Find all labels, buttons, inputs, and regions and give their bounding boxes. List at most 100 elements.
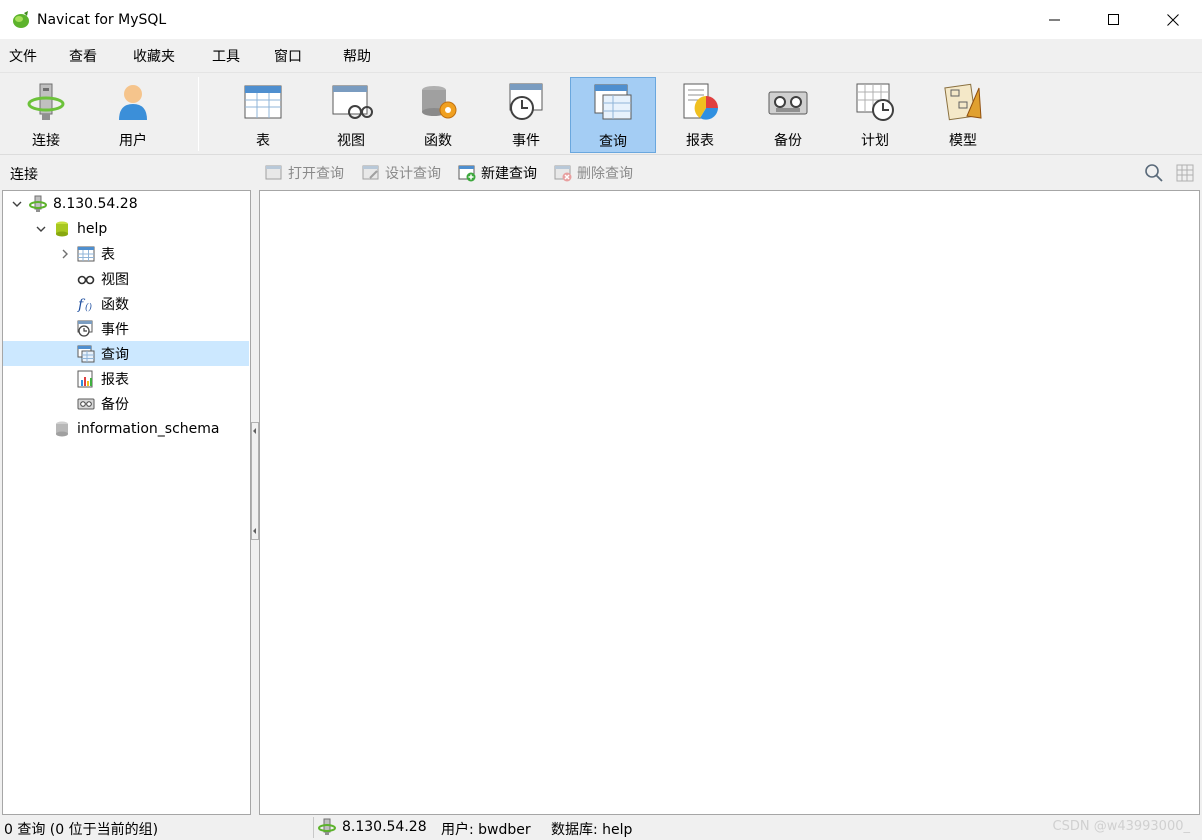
- status-connection: 8.130.54.28: [318, 818, 427, 836]
- menu-bar: 文件 查看 收藏夹 工具 窗口 帮助: [0, 39, 1202, 72]
- menu-view[interactable]: 查看: [69, 46, 97, 66]
- pane-splitter[interactable]: [251, 190, 259, 815]
- minimize-icon: [1048, 19, 1060, 20]
- delete-query-icon: [554, 165, 572, 182]
- menu-window[interactable]: 窗口: [274, 46, 302, 66]
- close-button[interactable]: [1143, 0, 1202, 39]
- svg-text:(): (): [85, 302, 93, 313]
- tree-item-backups[interactable]: 备份: [3, 391, 249, 416]
- design-query-icon: [362, 165, 379, 180]
- main-toolbar: 连接 用户 表 视图 函数 事件 查询 报表 备份 计划 模型: [0, 72, 1202, 154]
- search-icon[interactable]: [1144, 163, 1164, 183]
- menu-file[interactable]: 文件: [9, 46, 37, 66]
- status-user: 用户: bwdber: [441, 822, 531, 838]
- function-icon: [422, 86, 457, 119]
- connect-icon: [27, 83, 65, 120]
- backup-icon: [77, 398, 95, 409]
- view-label: 视图: [337, 133, 365, 149]
- event-button[interactable]: 事件: [483, 77, 569, 153]
- connect-button[interactable]: 连接: [3, 77, 89, 153]
- design-query-button[interactable]: 设计查询: [362, 163, 441, 183]
- user-icon: [119, 85, 147, 120]
- navigation-tree[interactable]: 8.130.54.28 help 表 视图 f() 函数 事件 查询 报表 备份: [2, 190, 251, 815]
- chevron-down-icon[interactable]: [9, 196, 25, 212]
- function-label: 函数: [424, 133, 452, 149]
- glasses-icon: [77, 275, 95, 284]
- title-bar: Navicat for MySQL: [0, 0, 1202, 39]
- table-button[interactable]: 表: [220, 77, 306, 153]
- window-title: Navicat for MySQL: [37, 11, 167, 28]
- design-query-label: 设计查询: [385, 166, 441, 182]
- user-label: 用户: [119, 133, 147, 149]
- watermark-text: CSDN @w43993000_: [1052, 819, 1191, 834]
- status-connection-label: 8.130.54.28: [342, 819, 427, 835]
- tree-item-events[interactable]: 事件: [3, 316, 249, 341]
- model-label: 模型: [949, 133, 977, 149]
- tree-connection[interactable]: 8.130.54.28: [3, 191, 249, 216]
- function-icon: f(): [77, 297, 93, 313]
- report-label: 报表: [686, 133, 714, 149]
- user-button[interactable]: 用户: [90, 77, 176, 153]
- tree-item-reports[interactable]: 报表: [3, 366, 249, 391]
- tree-item-label: 视图: [101, 271, 129, 288]
- tree-database-help[interactable]: help: [3, 216, 249, 241]
- query-object-list[interactable]: [259, 190, 1200, 815]
- navicat-logo-icon: [13, 10, 29, 28]
- backup-label: 备份: [774, 133, 802, 149]
- report-icon: [77, 370, 93, 387]
- schedule-button[interactable]: 计划: [832, 77, 918, 153]
- minimize-button[interactable]: [1025, 0, 1084, 39]
- view-icon: [332, 85, 373, 119]
- tree-item-views[interactable]: 视图: [3, 266, 249, 291]
- maximize-button[interactable]: [1084, 0, 1143, 39]
- status-bar: 0 查询 (0 位于当前的组) 8.130.54.28 用户: bwdber 数…: [0, 815, 1202, 840]
- connections-header: 连接: [10, 167, 38, 183]
- tree-item-queries[interactable]: 查询: [3, 341, 249, 366]
- connection-label: 8.130.54.28: [53, 195, 138, 212]
- tree-item-label: 报表: [101, 371, 129, 388]
- new-query-button[interactable]: 新建查询: [458, 163, 537, 183]
- new-query-label: 新建查询: [481, 166, 537, 182]
- open-query-label: 打开查询: [288, 166, 344, 182]
- delete-query-button[interactable]: 删除查询: [554, 163, 633, 183]
- tree-item-label: 函数: [101, 296, 129, 313]
- chevron-down-icon[interactable]: [33, 221, 49, 237]
- report-button[interactable]: 报表: [657, 77, 743, 153]
- open-query-button[interactable]: 打开查询: [265, 163, 344, 183]
- table-icon: [77, 246, 95, 261]
- status-count: 0 查询 (0 位于当前的组): [4, 822, 159, 838]
- database-label: information_schema: [77, 420, 220, 437]
- menu-help[interactable]: 帮助: [343, 46, 371, 66]
- tree-item-functions[interactable]: f() 函数: [3, 291, 249, 316]
- toolbar-separator: [198, 77, 199, 151]
- function-button[interactable]: 函数: [395, 77, 481, 153]
- tree-database-information-schema[interactable]: information_schema: [3, 416, 249, 441]
- new-query-icon: [458, 165, 476, 182]
- grid-view-icon[interactable]: [1175, 163, 1195, 183]
- database-label: help: [77, 220, 108, 237]
- maximize-icon: [1107, 13, 1119, 25]
- tree-item-label: 事件: [101, 321, 129, 338]
- open-query-icon: [265, 165, 282, 180]
- splitter-grip-icon: [251, 422, 259, 540]
- delete-query-label: 删除查询: [577, 166, 633, 182]
- tree-item-tables[interactable]: 表: [3, 241, 249, 266]
- event-icon: [77, 320, 93, 337]
- menu-favorites[interactable]: 收藏夹: [133, 46, 175, 66]
- view-button[interactable]: 视图: [308, 77, 394, 153]
- menu-tools[interactable]: 工具: [212, 46, 240, 66]
- database-icon: [56, 221, 68, 236]
- backup-icon: [768, 91, 808, 115]
- model-button[interactable]: 模型: [920, 77, 1006, 153]
- status-database: 数据库: help: [551, 822, 633, 838]
- query-button[interactable]: 查询: [570, 77, 656, 153]
- tree-item-label: 备份: [101, 396, 129, 413]
- window-controls: [1025, 0, 1202, 39]
- close-icon: [1166, 13, 1179, 26]
- query-label: 查询: [599, 134, 627, 150]
- chevron-right-icon[interactable]: [57, 246, 73, 262]
- report-icon: [683, 83, 718, 120]
- backup-button[interactable]: 备份: [745, 77, 831, 153]
- schedule-label: 计划: [861, 133, 889, 149]
- query-icon: [594, 84, 632, 120]
